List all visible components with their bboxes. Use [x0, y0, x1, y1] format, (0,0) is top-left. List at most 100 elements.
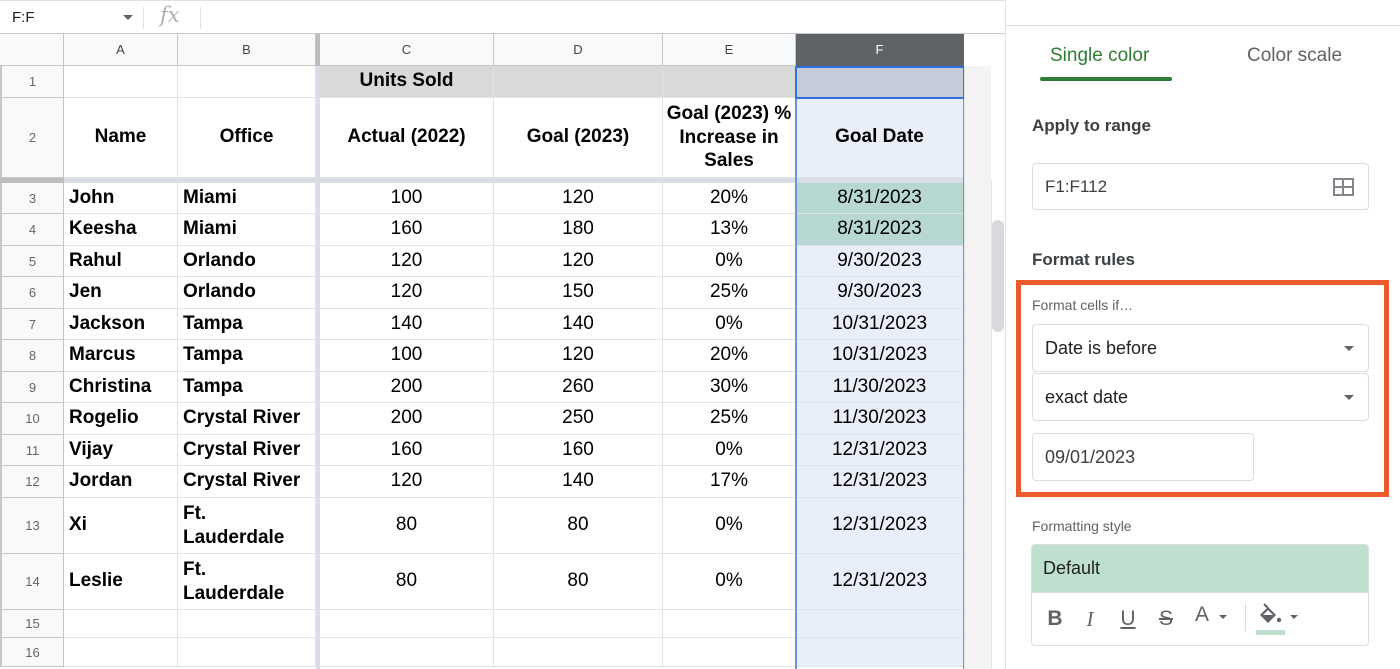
cell-f2[interactable]: Goal Date: [796, 98, 964, 178]
row-header[interactable]: 15: [0, 610, 64, 638]
cell-e8[interactable]: 20%: [663, 340, 796, 372]
cell-c4[interactable]: 160: [320, 214, 494, 246]
column-header-d[interactable]: D: [494, 34, 663, 66]
row-header[interactable]: 11: [0, 435, 64, 466]
cell-b6[interactable]: Orlando: [178, 277, 316, 309]
text-color-icon[interactable]: A: [1190, 601, 1214, 629]
row-header[interactable]: 10: [0, 403, 64, 435]
cell-b7[interactable]: Tampa: [178, 309, 316, 340]
cell-a6[interactable]: Jen: [64, 277, 178, 309]
frozen-row-divider[interactable]: [64, 178, 964, 183]
cell-b10[interactable]: Crystal River: [178, 403, 316, 435]
cell-d8[interactable]: 120: [494, 340, 663, 372]
cell-e9[interactable]: 30%: [663, 372, 796, 403]
frozen-column-divider[interactable]: [316, 34, 320, 669]
cell-d16[interactable]: [494, 638, 663, 667]
cell-e15[interactable]: [663, 610, 796, 638]
cell-f13[interactable]: 12/31/2023: [796, 498, 964, 554]
row-header[interactable]: 7: [0, 309, 64, 340]
chevron-down-icon[interactable]: [1290, 615, 1298, 619]
italic-icon[interactable]: I: [1078, 605, 1102, 633]
cell-f10[interactable]: 11/30/2023: [796, 403, 964, 435]
cell-b2[interactable]: Office: [178, 98, 316, 178]
cell-b16[interactable]: [178, 638, 316, 667]
date-value-input[interactable]: 09/01/2023: [1032, 433, 1254, 481]
cell-a8[interactable]: Marcus: [64, 340, 178, 372]
column-header-c[interactable]: C: [320, 34, 494, 66]
cell-a10[interactable]: Rogelio: [64, 403, 178, 435]
row-header[interactable]: 6: [0, 277, 64, 309]
column-header-e[interactable]: E: [663, 34, 796, 66]
range-input[interactable]: F1:F112: [1032, 163, 1369, 210]
cell-d9[interactable]: 260: [494, 372, 663, 403]
fill-color-icon[interactable]: [1254, 601, 1284, 631]
cell-d13[interactable]: 80: [494, 498, 663, 554]
cell-e11[interactable]: 0%: [663, 435, 796, 466]
row-header[interactable]: 1: [0, 66, 64, 98]
row-header[interactable]: 5: [0, 246, 64, 277]
style-preview[interactable]: Default: [1032, 545, 1368, 593]
cell-d6[interactable]: 150: [494, 277, 663, 309]
cell-c10[interactable]: 200: [320, 403, 494, 435]
cell-f16[interactable]: [796, 638, 964, 667]
cell-c14[interactable]: 80: [320, 554, 494, 610]
row-header[interactable]: 9: [0, 372, 64, 403]
cell-e4[interactable]: 13%: [663, 214, 796, 246]
cell-d4[interactable]: 180: [494, 214, 663, 246]
cell-f15[interactable]: [796, 610, 964, 638]
cell-c3[interactable]: 100: [320, 183, 494, 214]
cell-f5[interactable]: 9/30/2023: [796, 246, 964, 277]
row-header[interactable]: 3: [0, 183, 64, 214]
cell-a5[interactable]: Rahul: [64, 246, 178, 277]
cell-a1[interactable]: [64, 66, 178, 98]
row-header[interactable]: 4: [0, 214, 64, 246]
select-range-icon[interactable]: [1333, 178, 1354, 196]
cell-c2[interactable]: Actual (2022): [320, 98, 494, 178]
cell-c16[interactable]: [320, 638, 494, 667]
cell-b9[interactable]: Tampa: [178, 372, 316, 403]
cell-e12[interactable]: 17%: [663, 466, 796, 498]
column-header-a[interactable]: A: [64, 34, 178, 66]
cell-e1[interactable]: [663, 66, 796, 98]
row-header[interactable]: 16: [0, 638, 64, 667]
underline-icon[interactable]: U: [1116, 605, 1140, 633]
cell-e6[interactable]: 25%: [663, 277, 796, 309]
tab-color-scale[interactable]: Color scale: [1247, 45, 1342, 67]
chevron-down-icon[interactable]: [1219, 615, 1227, 619]
cell-f7[interactable]: 10/31/2023: [796, 309, 964, 340]
date-type-dropdown[interactable]: exact date: [1032, 373, 1369, 421]
cell-f14[interactable]: 12/31/2023: [796, 554, 964, 610]
cell-c8[interactable]: 100: [320, 340, 494, 372]
strikethrough-icon[interactable]: S: [1154, 605, 1178, 633]
row-header[interactable]: 14: [0, 554, 64, 610]
cell-e16[interactable]: [663, 638, 796, 667]
cell-c11[interactable]: 160: [320, 435, 494, 466]
cell-e3[interactable]: 20%: [663, 183, 796, 214]
cell-b12[interactable]: Crystal River: [178, 466, 316, 498]
cell-e14[interactable]: 0%: [663, 554, 796, 610]
cell-c1[interactable]: Units Sold: [320, 66, 494, 98]
frozen-row-handle[interactable]: [0, 178, 64, 183]
cell-f1[interactable]: [796, 66, 964, 98]
frozen-column-handle[interactable]: [316, 34, 320, 66]
cell-a16[interactable]: [64, 638, 178, 667]
cell-a13[interactable]: Xi: [64, 498, 178, 554]
cell-a11[interactable]: Vijay: [64, 435, 178, 466]
cell-f6[interactable]: 9/30/2023: [796, 277, 964, 309]
cell-c5[interactable]: 120: [320, 246, 494, 277]
cell-f8[interactable]: 10/31/2023: [796, 340, 964, 372]
cell-f12[interactable]: 12/31/2023: [796, 466, 964, 498]
cell-b11[interactable]: Crystal River: [178, 435, 316, 466]
cell-a15[interactable]: [64, 610, 178, 638]
name-box[interactable]: F:F: [0, 1, 143, 34]
cell-a7[interactable]: Jackson: [64, 309, 178, 340]
vertical-scrollbar[interactable]: [992, 220, 1004, 332]
cell-f4[interactable]: 8/31/2023: [796, 214, 964, 246]
cell-d15[interactable]: [494, 610, 663, 638]
tab-single-color[interactable]: Single color: [1050, 45, 1149, 67]
row-header[interactable]: 12: [0, 466, 64, 498]
cell-b3[interactable]: Miami: [178, 183, 316, 214]
cell-d2[interactable]: Goal (2023): [494, 98, 663, 178]
cell-a9[interactable]: Christina: [64, 372, 178, 403]
cell-d7[interactable]: 140: [494, 309, 663, 340]
